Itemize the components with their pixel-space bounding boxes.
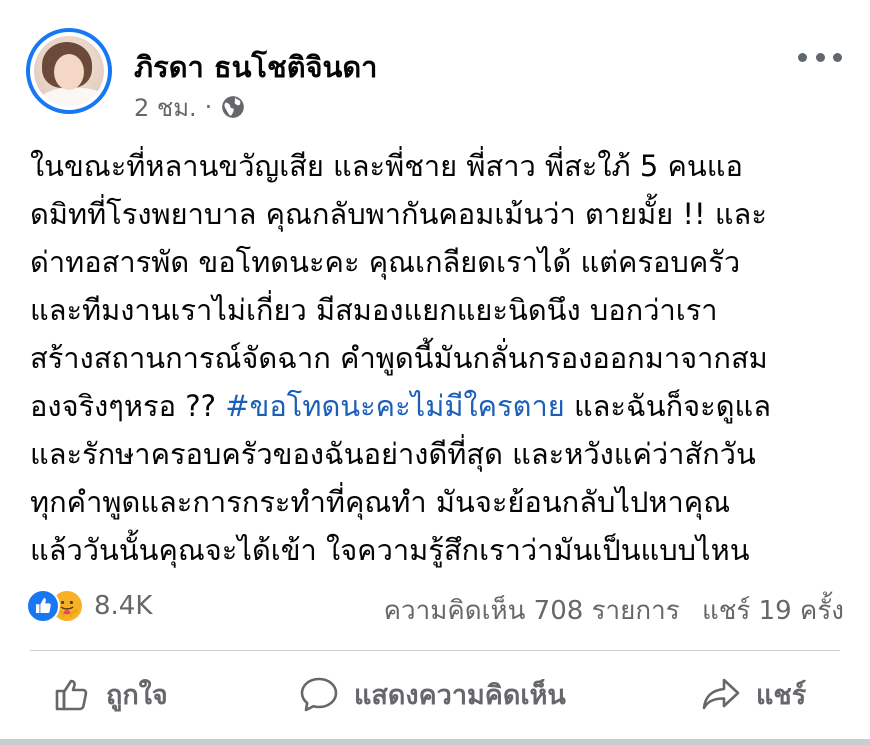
share-arrow-icon bbox=[702, 678, 740, 710]
post-text: ในขณะที่หลานขวัญเสีย และพี่ชาย พี่สาว พี… bbox=[30, 142, 850, 574]
comment-button[interactable]: แสดงความคิดเห็น bbox=[298, 664, 566, 724]
more-options-icon[interactable] bbox=[798, 50, 842, 64]
post-time[interactable]: 2 ชม. bbox=[134, 88, 197, 127]
bottom-divider bbox=[0, 739, 870, 745]
like-button[interactable]: ถูกใจ bbox=[52, 664, 168, 724]
reaction-count: 8.4K bbox=[94, 591, 153, 621]
post-line: และทีมงานเราไม่เกี่ยว มีสมองแยกแยะนิดนึง… bbox=[30, 293, 718, 327]
post-stats: 8.4K ความคิดเห็น 708 รายการ แชร์ 19 ครั้… bbox=[26, 586, 844, 626]
hashtag-link[interactable]: #ขอโทดนะคะไม่มีใครตาย bbox=[225, 389, 565, 423]
post-line: สร้างสถานการณ์จัดฉาก คำพูดนี้มันกลั่นกรอ… bbox=[30, 341, 768, 375]
author-name[interactable]: ภิรดา ธนโชติจินดา bbox=[134, 44, 377, 90]
reactions-summary[interactable]: 8.4K bbox=[26, 588, 152, 624]
avatar-photo bbox=[34, 36, 104, 106]
post-line-part: องจริงๆหรอ ?? bbox=[30, 389, 226, 423]
post-line: ในขณะที่หลานขวัญเสีย และพี่ชาย พี่สาว พี… bbox=[30, 149, 743, 183]
share-count[interactable]: แชร์ 19 ครั้ง bbox=[702, 596, 844, 626]
stats-right: ความคิดเห็น 708 รายการ แชร์ 19 ครั้ง bbox=[384, 590, 844, 631]
meta-separator: · bbox=[204, 93, 213, 121]
post-line-with-hashtag: องจริงๆหรอ ?? #ขอโทดนะคะไม่มีใครตาย และฉ… bbox=[30, 382, 850, 430]
post-line: แล้ววันนั้นคุณจะได้เข้า ใจความรู้สึกเราว… bbox=[30, 533, 750, 567]
globe-icon[interactable] bbox=[220, 94, 246, 120]
post-meta: 2 ชม. · bbox=[134, 92, 246, 122]
divider bbox=[30, 650, 840, 651]
post-line: ดมิทที่โรงพยาบาล คุณกลับพากันคอมเม้นว่า … bbox=[30, 197, 767, 231]
avatar[interactable] bbox=[26, 28, 112, 114]
share-label: แชร์ bbox=[756, 679, 807, 711]
post-line: ทุกคำพูดและการกระทำที่คุณทำ มันจะย้อนกลั… bbox=[30, 485, 731, 519]
post-line: และรักษาครอบครัวของฉันอย่างดีที่สุด และห… bbox=[30, 437, 756, 471]
share-button[interactable]: แชร์ bbox=[700, 664, 806, 724]
action-bar: ถูกใจ แสดงความคิดเห็น แชร์ bbox=[0, 664, 870, 724]
comment-count[interactable]: ความคิดเห็น 708 รายการ bbox=[384, 596, 680, 626]
thumbs-up-icon bbox=[55, 679, 88, 711]
post-line: ด่าทอสารพัด ขอโทดนะคะ คุณเกลียดเราได้ แต… bbox=[30, 245, 741, 279]
comment-label: แสดงความคิดเห็น bbox=[354, 679, 566, 711]
comment-bubble-icon bbox=[300, 677, 338, 712]
like-reaction-icon bbox=[26, 589, 60, 623]
post-header: ภิรดา ธนโชติจินดา 2 ชม. · bbox=[0, 0, 870, 130]
post-line-part: และฉันก็จะดูแล bbox=[564, 389, 771, 423]
like-label: ถูกใจ bbox=[106, 679, 168, 711]
